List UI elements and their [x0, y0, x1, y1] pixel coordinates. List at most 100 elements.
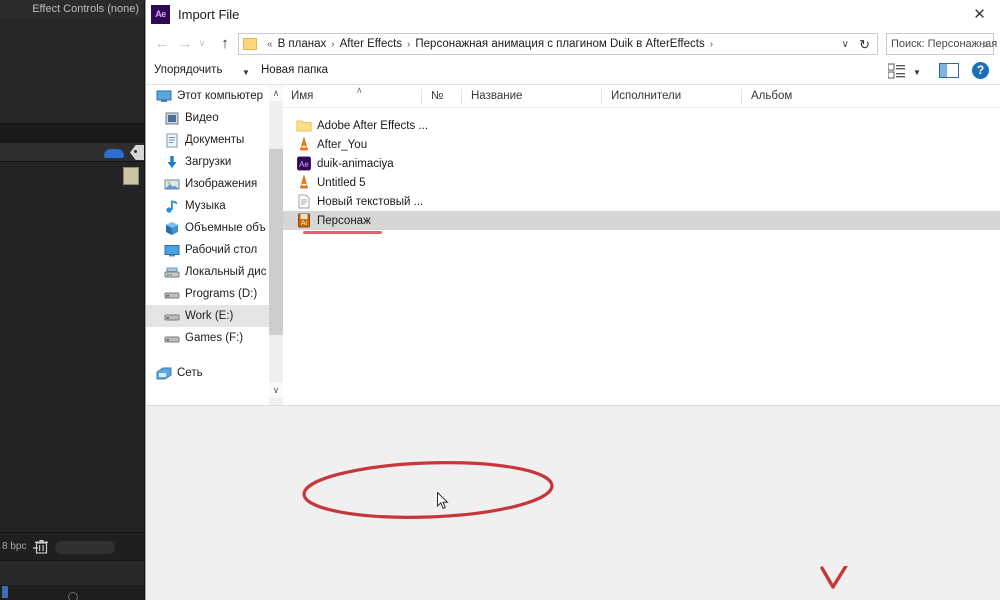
new-folder-button[interactable]: Новая папка	[261, 64, 328, 76]
up-icon[interactable]: ↑	[214, 34, 236, 54]
bit-depth-label[interactable]: 8 bpc	[2, 541, 26, 552]
file-row-0[interactable]: Adobe After Effects ...	[283, 116, 1000, 135]
label-tag-dot-icon	[134, 150, 137, 153]
drive-icon	[164, 309, 180, 323]
help-icon[interactable]: ?	[972, 62, 989, 79]
tree-item-3[interactable]: Загрузки	[146, 151, 269, 173]
tree-item-label: Видео	[185, 112, 219, 124]
tree-item-label: Programs (D:)	[185, 288, 258, 300]
column-separator[interactable]	[741, 89, 742, 104]
breadcrumb-item-2[interactable]: Персонажная анимация с плагином Duik в A…	[415, 38, 704, 50]
folder-icon	[243, 38, 257, 50]
file-name: duik-animaciya	[317, 157, 394, 170]
column-header-3[interactable]: Исполнители	[611, 90, 681, 102]
column-separator[interactable]	[461, 89, 462, 104]
downloads-icon	[164, 155, 179, 169]
pictures-icon	[164, 177, 180, 191]
organize-button[interactable]: Упорядочить	[154, 64, 222, 76]
refresh-icon[interactable]: ↻	[859, 37, 870, 53]
file-list: Имя № Название Исполнители Альбом ∧ Adobe Aft…	[283, 85, 1000, 405]
documents-icon	[164, 133, 179, 148]
tree-item-label: Локальный дис	[185, 266, 267, 278]
command-bar: Упорядочить ▼ Новая папка ▼ ?	[146, 57, 1000, 85]
timeline-color-chip	[2, 586, 8, 598]
tree-item-7[interactable]: Рабочий стол	[146, 239, 269, 261]
column-header-2[interactable]: Название	[471, 90, 522, 102]
tree-item-6[interactable]: Объемные объ	[146, 217, 269, 239]
vlc-icon	[296, 175, 310, 190]
tree-item-0[interactable]: Этот компьютер	[146, 85, 269, 107]
music-icon	[164, 199, 179, 213]
tree-item-label: Сеть	[177, 367, 203, 379]
preview-pane-icon[interactable]	[939, 63, 959, 78]
tree-item-5[interactable]: Музыка	[146, 195, 269, 217]
file-list-header: Имя № Название Исполнители Альбом ∧	[283, 85, 1000, 108]
tree-item-label: Рабочий стол	[185, 244, 258, 256]
svg-text:Ai: Ai	[301, 220, 308, 227]
column-header-1[interactable]: №	[431, 90, 443, 102]
mouse-cursor	[437, 492, 449, 510]
composition-tab-bar: ue × Comp 1 ≡	[0, 560, 145, 585]
import-options-pane: Format: Illustrator/PDF/EPS ∨ Import As:…	[146, 405, 1000, 541]
breadcrumb-item-1[interactable]: After Effects	[340, 38, 402, 50]
column-separator[interactable]	[601, 89, 602, 104]
tree-item-4[interactable]: Изображения	[146, 173, 269, 195]
effect-controls-title: Effect Controls (none)	[0, 0, 145, 18]
delete-icon[interactable]	[35, 540, 48, 554]
drive-icon	[164, 331, 180, 345]
dialog-title: Import File	[178, 7, 240, 22]
project-thumbnail	[123, 167, 139, 185]
file-row-1[interactable]: After_You	[283, 135, 1000, 154]
column-header-0[interactable]: Имя	[291, 90, 313, 102]
tree-item-8[interactable]: Локальный дис	[146, 261, 269, 283]
chevron-down-icon[interactable]: ▼	[242, 68, 250, 77]
illustrator-file-icon: Ai	[296, 213, 310, 228]
screen-root: Effect Controls (none) 8 bpc ue × Comp 1	[0, 0, 1000, 600]
tree-item-label: Games (F:)	[185, 332, 244, 344]
tree-item-2[interactable]: Документы	[146, 129, 269, 151]
after-effects-icon: Ae	[151, 5, 170, 24]
project-panel	[0, 162, 145, 532]
file-name: Untitled 5	[317, 176, 366, 189]
tree-item-12[interactable]: Сеть	[146, 362, 269, 384]
scroll-down-icon[interactable]: ∨	[269, 382, 283, 398]
svg-text:Ae: Ae	[299, 160, 309, 169]
breadcrumb-separator: ›	[331, 38, 335, 50]
column-header-4[interactable]: Альбом	[751, 90, 792, 102]
file-row-2[interactable]: Ae duik-animaciya	[283, 154, 1000, 173]
file-row-3[interactable]: Untitled 5	[283, 173, 1000, 192]
project-search-field[interactable]	[55, 541, 115, 554]
search-box[interactable]: Поиск: Персонажная анима... ⌕	[886, 33, 1000, 55]
tree-item-label: Объемные объ	[185, 222, 266, 234]
file-name: After_You	[317, 138, 368, 151]
tree-item-10[interactable]: Work (E:)	[146, 305, 269, 327]
tree-item-9[interactable]: Programs (D:)	[146, 283, 269, 305]
scroll-up-icon[interactable]: ∧	[269, 85, 283, 101]
breadcrumb-separator: ›	[407, 38, 411, 50]
network-icon	[156, 366, 172, 380]
view-chevron-down-icon[interactable]: ▼	[913, 68, 921, 77]
ae-file-icon: Ae	[296, 156, 311, 171]
file-row-4[interactable]: Новый текстовый ...	[283, 192, 1000, 211]
file-row-personazh[interactable]: Ai Персонаж	[283, 211, 1000, 230]
tree-item-label: Work (E:)	[185, 310, 234, 322]
breadcrumb-item-0[interactable]: В планах	[278, 38, 327, 50]
tree-item-11[interactable]: Games (F:)	[146, 327, 269, 349]
drive-icon	[164, 287, 180, 301]
view-layout-icon[interactable]	[888, 63, 906, 79]
recent-locations-icon[interactable]: ∨	[196, 38, 208, 49]
column-separator[interactable]	[421, 89, 422, 104]
navigation-tree: Этот компьютер Видео Документы Загрузки Изоб…	[146, 85, 269, 405]
address-dropdown-icon[interactable]: ∨	[842, 39, 849, 50]
layer-toggle-icon[interactable]	[68, 592, 78, 600]
dialog-title-bar: Ae Import File ✕	[146, 0, 1000, 30]
address-bar[interactable]: « В планах › After Effects › Персонажная…	[238, 33, 878, 55]
back-icon[interactable]: ←	[151, 34, 173, 54]
close-icon[interactable]: ✕	[958, 0, 1000, 30]
tree-item-1[interactable]: Видео	[146, 107, 269, 129]
forward-icon[interactable]: →	[174, 34, 196, 54]
ae-divider-strip	[0, 124, 145, 142]
tree-scrollbar[interactable]: ∧ ∨	[269, 85, 283, 405]
scrollbar-thumb[interactable]	[269, 149, 283, 335]
file-name: Персонаж	[317, 214, 371, 227]
